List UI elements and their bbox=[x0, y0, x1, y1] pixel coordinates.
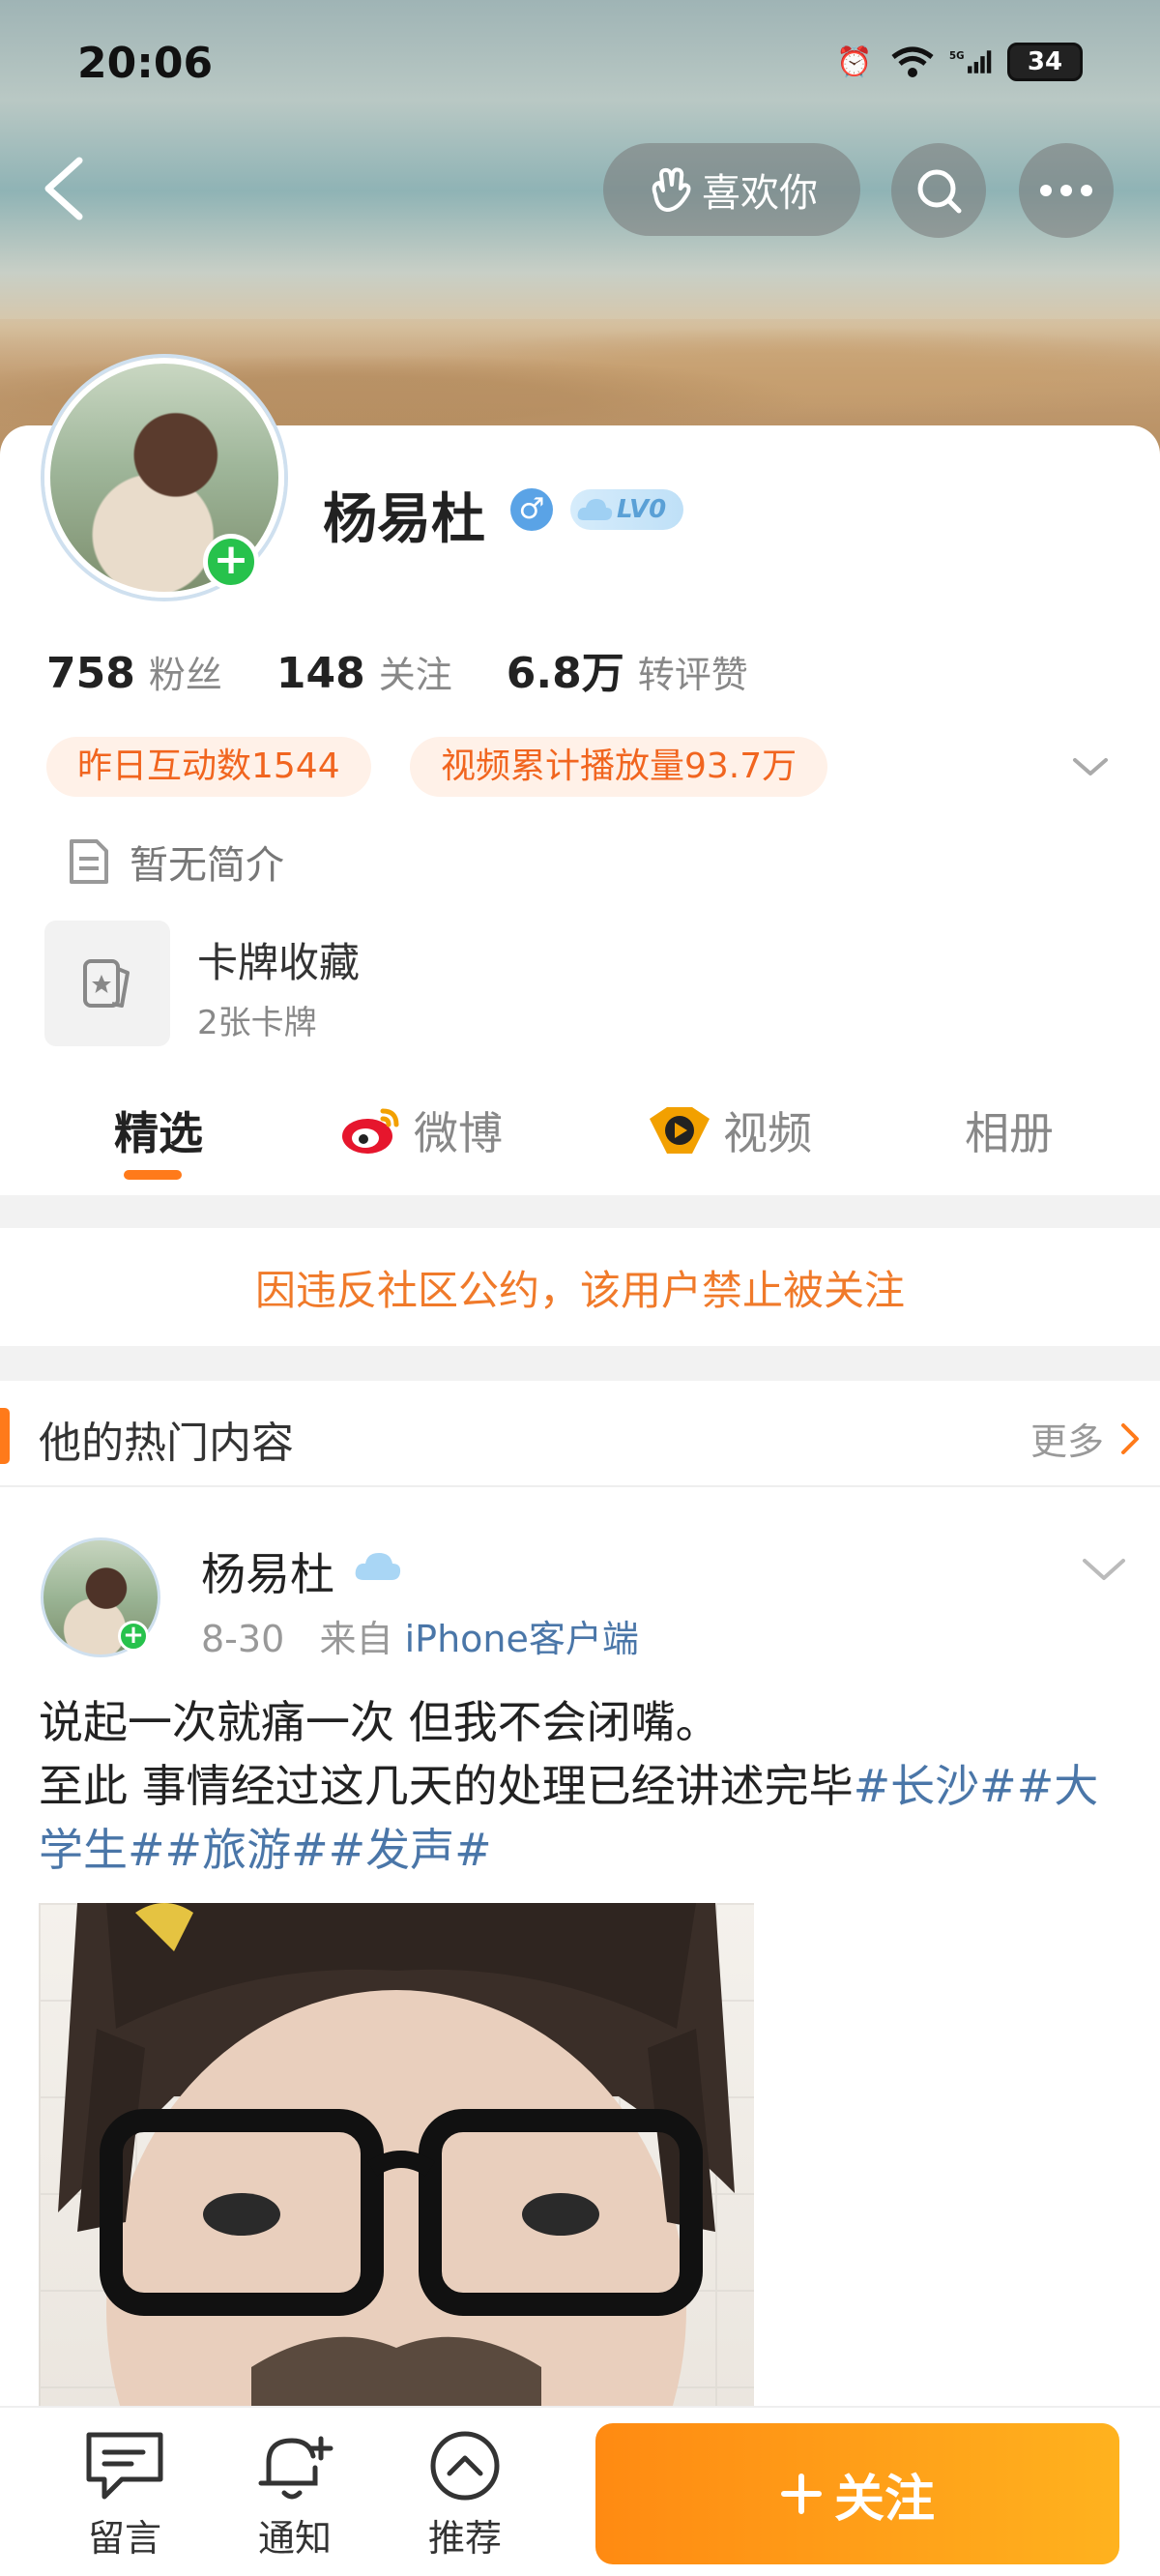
battery-level: 34 bbox=[1027, 47, 1063, 76]
chevron-right-icon bbox=[1121, 1422, 1139, 1454]
active-tab-indicator bbox=[124, 1170, 182, 1180]
tab-label: 精选 bbox=[114, 1107, 203, 1159]
search-button[interactable] bbox=[891, 143, 986, 238]
post-line-2: 至此 事情经过这几天的处理已经讲述完毕#长沙##大学生##旅游##发声# bbox=[39, 1754, 1131, 1882]
stat-followers[interactable]: 758 粉丝 bbox=[46, 645, 222, 698]
plus-icon bbox=[780, 2474, 822, 2514]
wifi-icon bbox=[891, 44, 934, 79]
video-plays-pill[interactable]: 视频累计播放量93.7万 bbox=[410, 737, 828, 797]
like-you-button[interactable]: 喜欢你 bbox=[603, 143, 860, 236]
stat-value: 758 bbox=[46, 649, 135, 698]
bottom-action-bar: 留言 通知 推荐 关注 bbox=[0, 2406, 1160, 2576]
tab-album[interactable]: 相册 bbox=[965, 1098, 1054, 1162]
message-label: 留言 bbox=[87, 2517, 161, 2560]
section-accent-bar bbox=[0, 1408, 10, 1464]
cloud-icon bbox=[577, 499, 613, 520]
level-label: LV0 bbox=[617, 495, 667, 524]
alarm-icon: ⏰ bbox=[836, 44, 873, 79]
tab-featured[interactable]: 精选 bbox=[114, 1098, 203, 1162]
post-menu-chevron-icon[interactable] bbox=[1081, 1555, 1127, 1584]
status-time: 20:06 bbox=[77, 39, 214, 88]
stat-following[interactable]: 148 关注 bbox=[276, 645, 452, 698]
more-link[interactable]: 更多 bbox=[1030, 1412, 1141, 1465]
tab-weibo[interactable]: 微博 bbox=[340, 1098, 503, 1162]
stat-value: 148 bbox=[276, 649, 365, 698]
message-button[interactable]: 留言 bbox=[62, 2429, 188, 2561]
stat-label: 粉丝 bbox=[148, 654, 222, 696]
post-photo[interactable] bbox=[39, 1903, 754, 2406]
cloud-badge-icon bbox=[355, 1553, 401, 1580]
chevron-down-icon[interactable] bbox=[1071, 752, 1110, 781]
interaction-pill[interactable]: 昨日互动数1544 bbox=[46, 737, 371, 797]
bell-icon bbox=[258, 2436, 334, 2500]
post-line-1: 说起一次就痛一次 但我不会闭嘴。 bbox=[39, 1696, 720, 1748]
notify-label: 通知 bbox=[257, 2517, 332, 2560]
stat-reposts[interactable]: 6.8万 转评赞 bbox=[507, 638, 748, 700]
recommend-icon bbox=[430, 2431, 500, 2501]
back-button[interactable] bbox=[37, 155, 95, 222]
signal-icon: 5G bbox=[949, 44, 992, 79]
weibo-icon bbox=[342, 1108, 399, 1154]
stat-value: 6.8万 bbox=[506, 649, 624, 698]
post-text[interactable]: 说起一次就痛一次 但我不会闭嘴。 至此 事情经过这几天的处理已经讲述完毕#长沙#… bbox=[39, 1690, 1131, 1882]
search-icon bbox=[917, 169, 962, 214]
more-dots-icon bbox=[1040, 185, 1092, 196]
card-collection-title[interactable]: 卡牌收藏 bbox=[197, 930, 360, 989]
tab-label: 视频 bbox=[723, 1107, 812, 1159]
section-divider bbox=[0, 1195, 1160, 1228]
intro-text: 暂无简介 bbox=[130, 843, 284, 888]
profile-name: 杨易杜 bbox=[323, 488, 485, 551]
follow-button[interactable]: 关注 bbox=[595, 2423, 1119, 2564]
avatar-plus-icon[interactable]: + bbox=[203, 534, 259, 590]
stat-label: 转评赞 bbox=[637, 654, 748, 696]
tab-video[interactable]: 视频 bbox=[648, 1098, 812, 1162]
card-collection-subtitle: 2张卡牌 bbox=[197, 1004, 317, 1042]
follow-label: 关注 bbox=[833, 2470, 935, 2529]
post-source-prefix: 来自 bbox=[319, 1618, 393, 1660]
profile-intro: 暂无简介 bbox=[68, 834, 284, 890]
male-icon: ♂ bbox=[510, 488, 553, 531]
post-avatar-plus-icon[interactable]: + bbox=[118, 1621, 149, 1652]
battery-icon: 34 bbox=[1007, 43, 1083, 81]
photo-portrait bbox=[58, 1903, 735, 2406]
post-source[interactable]: iPhone客户端 bbox=[405, 1618, 639, 1660]
like-you-label: 喜欢你 bbox=[702, 171, 818, 216]
profile-page: 20:06 ⏰ 5G 34 喜欢你 + 杨易杜 ♂ LV0 758 粉丝 148 关… bbox=[0, 0, 1160, 2576]
notify-button[interactable]: 通知 bbox=[232, 2429, 358, 2561]
post-date: 8-30 bbox=[201, 1618, 285, 1660]
level-badge[interactable]: LV0 bbox=[570, 489, 684, 530]
hot-content-title: 他的热门内容 bbox=[39, 1419, 294, 1468]
stat-label: 关注 bbox=[378, 654, 452, 696]
post-author[interactable]: 杨易杜 bbox=[201, 1539, 334, 1603]
card-star-icon bbox=[83, 959, 130, 1008]
recommend-label: 推荐 bbox=[427, 2517, 502, 2560]
section-divider bbox=[0, 1346, 1160, 1381]
profile-stats: 758 粉丝 148 关注 6.8万 转评赞 bbox=[46, 638, 748, 700]
card-collection-icon-box[interactable] bbox=[44, 921, 170, 1046]
recommend-button[interactable]: 推荐 bbox=[402, 2429, 528, 2561]
video-icon bbox=[650, 1107, 710, 1154]
network-type: 5G bbox=[949, 50, 965, 62]
status-icons: ⏰ 5G 34 bbox=[833, 43, 1083, 81]
document-icon bbox=[70, 839, 108, 884]
follow-ban-notice: 因违反社区公约，该用户禁止被关注 bbox=[0, 1228, 1160, 1346]
tab-label: 微博 bbox=[414, 1107, 503, 1159]
post-line-2-text: 至此 事情经过这几天的处理已经讲述完毕 bbox=[39, 1760, 854, 1812]
message-icon bbox=[86, 2432, 163, 2500]
more-button[interactable] bbox=[1019, 143, 1114, 238]
hot-content-header: 他的热门内容 更多 bbox=[0, 1381, 1160, 1487]
more-label: 更多 bbox=[1030, 1420, 1104, 1463]
hand-wave-icon bbox=[652, 167, 691, 212]
tab-label: 相册 bbox=[965, 1107, 1054, 1159]
post-meta: 8-30 来自 iPhone客户端 bbox=[201, 1609, 639, 1662]
chevron-left-icon bbox=[44, 157, 83, 220]
